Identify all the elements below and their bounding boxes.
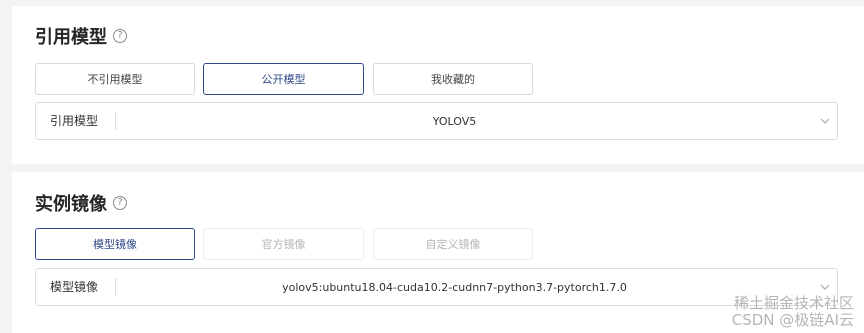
option-official-image[interactable]: 官方镜像 [203, 228, 364, 260]
reference-model-title: 引用模型 [35, 27, 107, 48]
select-label: 引用模型 [36, 112, 116, 130]
select-label: 模型镜像 [36, 278, 116, 296]
watermark: 稀土掘金技术社区 CSDN @极链AI云 [732, 295, 854, 329]
option-no-reference-model[interactable]: 不引用模型 [35, 63, 195, 95]
instance-image-title: 实例镜像 [35, 194, 107, 215]
option-model-image[interactable]: 模型镜像 [35, 228, 195, 260]
option-public-model[interactable]: 公开模型 [203, 63, 364, 95]
instance-image-select[interactable]: 模型镜像 yolov5:ubuntu18.04-cuda10.2-cudnn7-… [35, 268, 838, 306]
reference-model-select[interactable]: 引用模型 YOLOV5 [35, 102, 838, 140]
select-value: yolov5:ubuntu18.04-cuda10.2-cudnn7-pytho… [282, 280, 627, 294]
section-title: 引用模型 ? [35, 23, 127, 49]
option-custom-image[interactable]: 自定义镜像 [373, 228, 533, 260]
section-title: 实例镜像 ? [35, 190, 127, 216]
chevron-down-icon[interactable] [813, 118, 837, 124]
watermark-line1: 稀土掘金技术社区 [733, 294, 854, 312]
chevron-down-icon[interactable] [813, 284, 837, 290]
select-value: YOLOV5 [432, 114, 477, 128]
reference-model-section: 引用模型 ? 不引用模型 公开模型 我收藏的 引用模型 YOLOV5 [12, 6, 864, 164]
option-my-favorites[interactable]: 我收藏的 [373, 63, 533, 95]
question-circle-icon[interactable]: ? [113, 196, 127, 210]
watermark-line2: CSDN @极链AI云 [731, 311, 854, 329]
question-circle-icon[interactable]: ? [113, 29, 127, 43]
